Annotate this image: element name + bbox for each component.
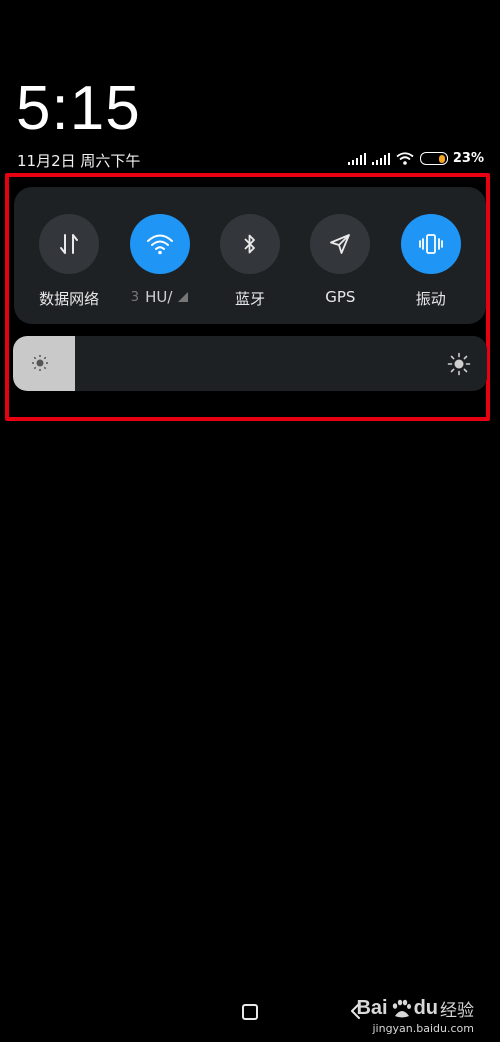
toggle-circle[interactable] — [400, 214, 461, 274]
battery-percent: 23% — [452, 151, 484, 166]
toggle-bluetooth[interactable]: 蓝牙 — [210, 214, 290, 309]
wifi-icon — [146, 234, 173, 255]
home-icon[interactable] — [242, 1004, 258, 1020]
toggle-circle[interactable] — [39, 214, 100, 274]
watermark-brand: Bai — [356, 997, 388, 1019]
brightness-high-icon — [447, 352, 471, 376]
paw-icon — [392, 999, 411, 1017]
battery-indicator: 23% — [419, 151, 484, 166]
brightness-slider[interactable] — [13, 336, 487, 391]
lock-clock: 5:15 — [16, 74, 141, 143]
watermark-url: jingyan.baidu.com — [372, 1022, 474, 1035]
signal-icon — [371, 152, 390, 165]
toggle-label: 3 HU/ — [131, 288, 189, 306]
toggle-label: 蓝牙 — [234, 290, 265, 308]
toggle-circle[interactable] — [129, 214, 190, 274]
watermark-brand-suffix: du — [413, 997, 438, 1019]
toggle-label: 振动 — [415, 290, 446, 308]
toggle-gps[interactable]: GPS — [300, 214, 380, 309]
toggle-label: 数据网络 — [39, 290, 100, 308]
vibrate-icon — [418, 234, 443, 254]
brightness-low-icon — [32, 355, 48, 371]
lock-date: 11月2日 周六下午 — [17, 152, 141, 170]
toggle-mobile-data[interactable]: 数据网络 — [29, 214, 109, 309]
quick-settings-panel: 数据网络 3 HU/ 蓝牙 GPS 振动 — [14, 187, 486, 324]
wifi-label-prefix: 3 — [130, 289, 140, 305]
wifi-status-icon — [396, 152, 414, 165]
status-bar: 23% — [347, 151, 484, 166]
toggle-vibrate[interactable]: 振动 — [391, 214, 471, 309]
signal-strength-icon — [178, 292, 189, 302]
watermark-cn: 经验 — [440, 1001, 474, 1020]
bluetooth-icon — [244, 234, 255, 254]
toggle-circle[interactable] — [219, 214, 280, 274]
baidu-watermark: Bai du 经验 jingyan.baidu.com — [356, 996, 474, 1035]
wifi-network-name: HU/ — [145, 288, 173, 306]
battery-icon — [419, 152, 448, 165]
signal-icon — [347, 152, 366, 165]
toggle-circle[interactable] — [310, 214, 371, 274]
data-arrows-icon — [60, 234, 79, 254]
toggle-wifi[interactable]: 3 HU/ — [120, 214, 200, 309]
toggle-label: GPS — [325, 288, 356, 306]
location-arrow-icon — [330, 234, 351, 254]
